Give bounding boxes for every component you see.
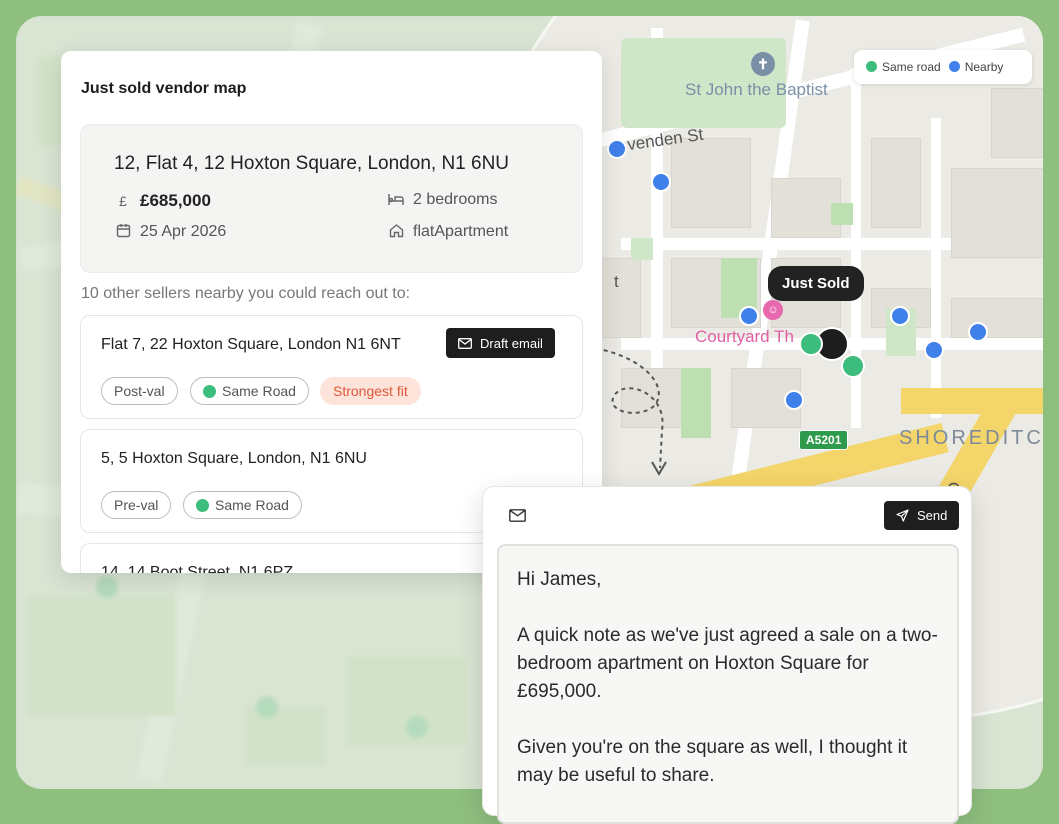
green-dot-icon [866,61,877,72]
map-legend: Same road Nearby [854,50,1032,84]
church-label: St John the Baptist [685,80,828,99]
just-sold-tooltip: Just Sold [768,266,864,301]
send-label: Send [917,508,948,523]
nearby-pin[interactable] [968,322,988,342]
poi-label: Courtyard Th [695,327,794,346]
email-paragraph: A quick note as we've just agreed a sale… [517,625,938,702]
sold-property-type: flatApartment [413,223,509,240]
nearby-pin[interactable] [651,172,671,192]
same-road-pin[interactable] [841,354,865,378]
district-label: SHOREDITC [899,427,1043,449]
green-dot-icon [203,385,216,398]
theatre-icon: ☺ [763,300,783,320]
legend-nearby: Nearby [948,60,1003,74]
tag-same-road: Same Road [183,491,302,519]
sold-bedrooms-row: 2 bedrooms [388,191,498,209]
nearby-pin[interactable] [784,390,804,410]
email-body[interactable]: Hi James, A quick note as we've just agr… [497,544,959,824]
email-greeting: Hi James, [517,569,602,590]
mail-icon [509,509,526,522]
sold-date-row: 25 Apr 2026 [115,223,226,241]
app-frame: ✝ St John the Baptist venden St t ☺ Cour… [0,0,1059,824]
green-dot-icon [196,499,209,512]
email-composer: Send Hi James, A quick note as we've jus… [482,486,972,824]
sold-price-row: £ £685,000 [115,191,211,211]
road-badge: A5201 [799,430,849,450]
sold-price: £685,000 [140,191,211,210]
nearby-pin[interactable] [739,306,759,326]
draft-email-button[interactable]: Draft email [446,328,555,358]
sold-property-card: 12, Flat 4, 12 Hoxton Square, London, N1… [80,124,583,273]
panel-title: Just sold vendor map [81,80,247,97]
tag-same-road: Same Road [190,377,309,405]
seller-card[interactable]: Flat 7, 22 Hoxton Square, London N1 6NT … [80,315,583,419]
seller-address: 5, 5 Hoxton Square, London, N1 6NU [101,450,367,467]
home-icon [388,223,404,241]
sold-type-row: flatApartment [388,223,508,241]
calendar-icon [115,223,131,241]
tag-strongest-fit: Strongest fit [320,377,421,405]
same-road-pin[interactable] [799,332,823,356]
sold-date: 25 Apr 2026 [140,223,227,240]
email-paragraph: Given you're on the square as well, I th… [517,737,908,786]
map-edge-label: t [614,272,619,291]
nearby-pin[interactable] [924,340,944,360]
church-icon: ✝ [751,52,775,76]
mail-icon [458,337,472,349]
seller-address: Flat 7, 22 Hoxton Square, London N1 6NT [101,336,401,353]
draft-email-label: Draft email [480,335,543,351]
nearby-heading: 10 other sellers nearby you could reach … [81,285,411,302]
send-button[interactable]: Send [884,501,960,530]
blue-dot-icon [948,61,960,72]
nearby-pin[interactable] [607,139,627,159]
legend-same-road: Same road [866,60,941,74]
sold-address: 12, Flat 4, 12 Hoxton Square, London, N1… [114,153,510,174]
pound-icon: £ [119,193,127,209]
send-icon [896,509,909,522]
sold-bedrooms: 2 bedrooms [413,191,498,208]
bed-icon [388,192,404,209]
tag-pre-val: Pre-val [101,491,172,519]
nearby-pin[interactable] [890,306,910,326]
seller-address: 14, 14 Boot Street, N1 6PZ [101,564,294,573]
tag-post-val: Post-val [101,377,178,405]
